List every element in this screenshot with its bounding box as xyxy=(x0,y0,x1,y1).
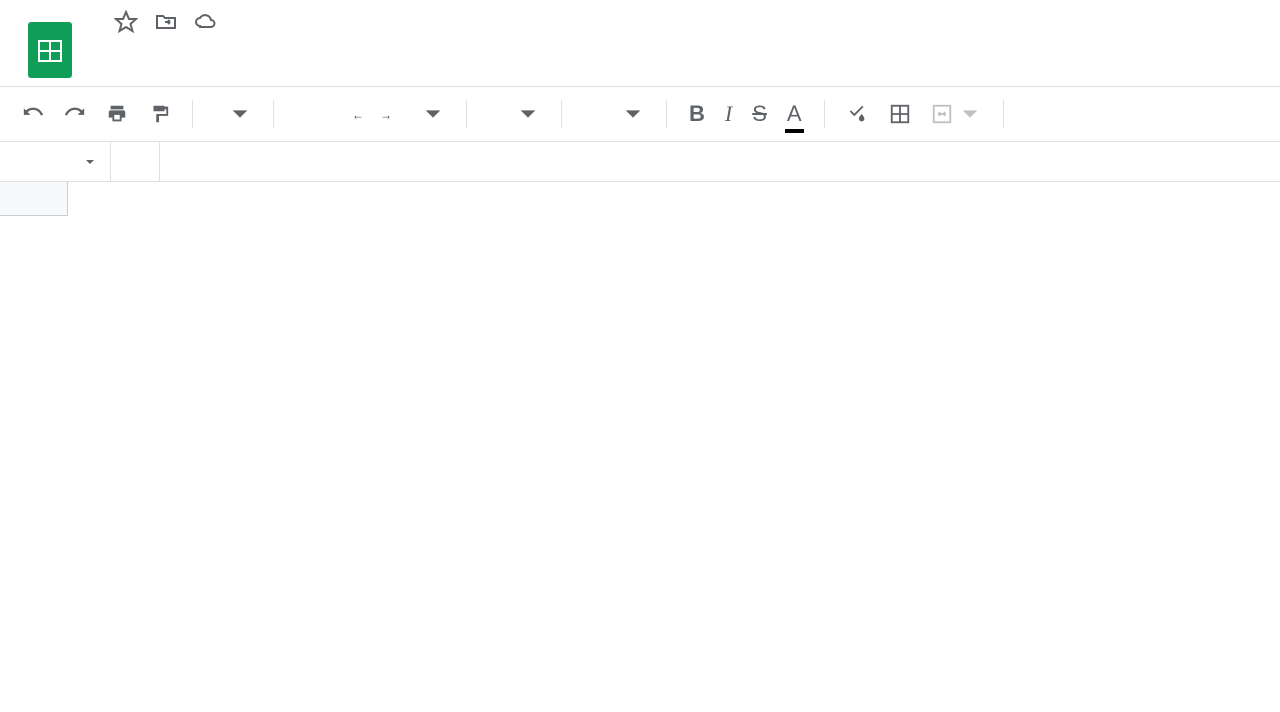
number-format-select[interactable] xyxy=(400,97,452,131)
toolbar: ← → B I S A xyxy=(0,86,1280,142)
paint-format-button[interactable] xyxy=(140,97,178,131)
increase-decimal-button[interactable]: → xyxy=(372,108,396,120)
sheets-logo[interactable] xyxy=(0,10,100,78)
move-icon[interactable] xyxy=(154,10,178,39)
merge-button[interactable] xyxy=(923,97,989,131)
name-box[interactable] xyxy=(0,156,110,168)
borders-button[interactable] xyxy=(881,97,919,131)
bold-button[interactable]: B xyxy=(681,95,713,133)
formula-bar xyxy=(0,142,1280,182)
select-all-corner[interactable] xyxy=(0,182,68,216)
text-color-button[interactable]: A xyxy=(779,95,810,133)
italic-button[interactable]: I xyxy=(717,95,740,133)
zoom-select[interactable] xyxy=(207,97,259,131)
currency-button[interactable] xyxy=(288,108,312,120)
fill-color-button[interactable] xyxy=(839,97,877,131)
percent-button[interactable] xyxy=(316,108,340,120)
font-size-select[interactable] xyxy=(576,97,652,131)
fx-label xyxy=(110,142,160,181)
strikethrough-button[interactable]: S xyxy=(744,95,775,133)
redo-button[interactable] xyxy=(56,97,94,131)
undo-button[interactable] xyxy=(14,97,52,131)
print-button[interactable] xyxy=(98,97,136,131)
star-icon[interactable] xyxy=(114,10,138,39)
decrease-decimal-button[interactable]: ← xyxy=(344,108,368,120)
font-select[interactable] xyxy=(481,97,547,131)
cloud-icon[interactable] xyxy=(194,10,218,39)
